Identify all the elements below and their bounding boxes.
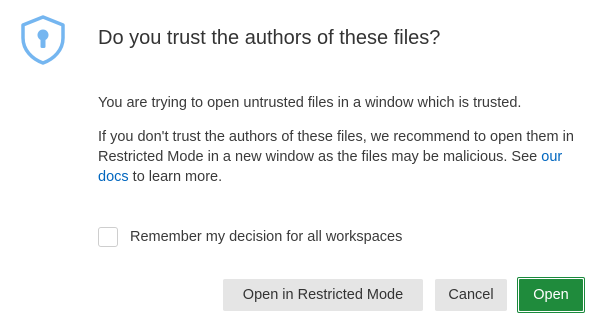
shield-lock-icon: [18, 14, 68, 66]
message-detail-tail: to learn more.: [128, 169, 223, 185]
message-detail: If you don't trust the authors of these …: [98, 127, 578, 187]
open-restricted-mode-button[interactable]: Open in Restricted Mode: [223, 279, 423, 311]
open-button[interactable]: Open: [517, 277, 585, 313]
message-detail-text: If you don't trust the authors of these …: [98, 129, 574, 165]
trust-dialog: Do you trust the authors of these files?…: [0, 0, 604, 328]
remember-decision-label[interactable]: Remember my decision for all workspaces: [130, 229, 402, 245]
message-intro: You are trying to open untrusted files i…: [98, 95, 522, 111]
remember-decision-checkbox[interactable]: [98, 227, 118, 247]
dialog-title: Do you trust the authors of these files?: [98, 27, 441, 49]
open-button-label: Open: [519, 279, 583, 311]
dialog-message: You are trying to open untrusted files i…: [98, 93, 578, 187]
remember-decision-option[interactable]: Remember my decision for all workspaces: [98, 227, 402, 247]
cancel-button[interactable]: Cancel: [435, 279, 507, 311]
